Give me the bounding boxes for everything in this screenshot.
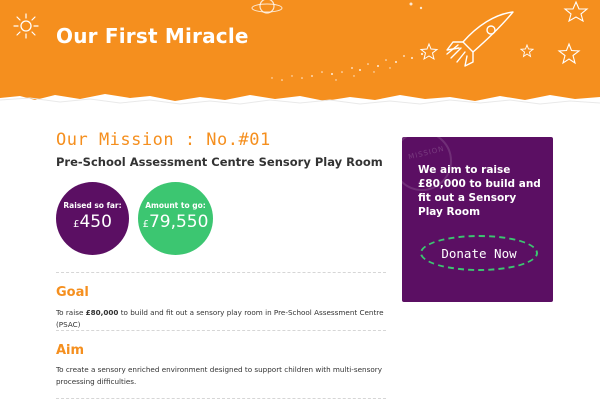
raised-label: Raised so far: bbox=[63, 201, 122, 210]
star-icon bbox=[520, 44, 534, 58]
donate-card-text: We aim to raise £80,000 to build and fit… bbox=[418, 164, 541, 218]
togo-amount: £79,550 bbox=[138, 212, 213, 232]
torn-edge bbox=[0, 94, 600, 112]
goal-text-prefix: To raise bbox=[56, 308, 86, 317]
amount-to-go-badge: Amount to go: £79,550 bbox=[138, 182, 213, 255]
togo-value: 79,550 bbox=[148, 212, 209, 232]
sun-icon bbox=[13, 13, 39, 39]
aim-text: To create a sensory enriched environment… bbox=[56, 365, 382, 386]
donate-now-button[interactable]: Donate Now bbox=[420, 235, 538, 271]
goal-text: To raise £80,000 to build and fit out a … bbox=[56, 307, 386, 331]
goal-amount: £80,000 bbox=[85, 308, 119, 317]
donate-now-label: Donate Now bbox=[441, 245, 517, 261]
raised-badge: Raised so far: £450 bbox=[56, 182, 129, 255]
goal-heading: Goal bbox=[56, 285, 89, 300]
site-header: Our First Miracle bbox=[0, 0, 600, 112]
mission-title: Our Mission : No.#01 bbox=[56, 130, 271, 150]
star-icon bbox=[557, 42, 581, 65]
mission-subtitle: Pre-School Assessment Centre Sensory Pla… bbox=[56, 155, 383, 169]
divider bbox=[56, 330, 386, 331]
raised-amount: £450 bbox=[56, 212, 129, 232]
divider bbox=[56, 398, 386, 399]
togo-label: Amount to go: bbox=[145, 201, 206, 210]
aim-heading: Aim bbox=[56, 343, 85, 358]
star-icon bbox=[563, 0, 589, 22]
raised-value: 450 bbox=[79, 212, 112, 232]
donate-card: MISSION We aim to raise £80,000 to build… bbox=[402, 137, 553, 302]
divider bbox=[56, 272, 386, 273]
planet-icon bbox=[251, 0, 283, 14]
site-title[interactable]: Our First Miracle bbox=[56, 24, 249, 48]
